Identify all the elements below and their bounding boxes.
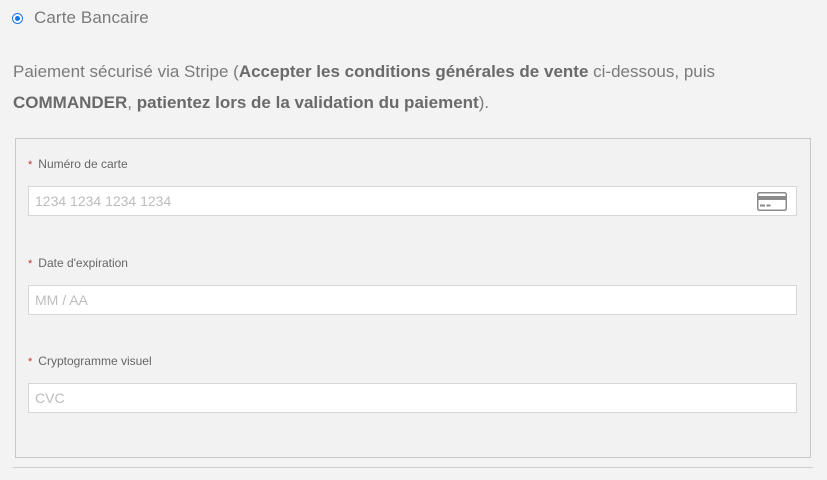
card-number-field: * Numéro de carte <box>28 156 798 216</box>
expiry-input-wrapper[interactable] <box>28 285 797 315</box>
expiry-input[interactable] <box>35 292 735 308</box>
payment-method-option[interactable]: Carte Bancaire <box>12 6 149 30</box>
description-text: Paiement sécurisé via Stripe ( <box>13 62 239 81</box>
description-text: , <box>127 93 137 112</box>
description-text: ci-dessous, puis <box>588 62 716 81</box>
required-marker: * <box>28 356 33 368</box>
payment-method-label: Carte Bancaire <box>34 8 149 27</box>
expiry-label-text: Date d'expiration <box>38 256 128 270</box>
cvc-label-text: Cryptogramme visuel <box>38 354 152 368</box>
cvc-input-wrapper[interactable] <box>28 383 797 413</box>
required-marker: * <box>28 258 33 270</box>
description-bold-cgv: Accepter les conditions générales de ven… <box>238 62 589 81</box>
required-marker: * <box>28 159 33 171</box>
cvc-label: * Cryptogramme visuel <box>28 353 798 369</box>
credit-card-icon <box>757 192 787 211</box>
card-number-label: * Numéro de carte <box>28 156 798 172</box>
card-form: * Numéro de carte * Date d'expiration <box>15 138 811 458</box>
cvc-field: * Cryptogramme visuel <box>28 353 798 413</box>
card-number-input-wrapper[interactable] <box>28 186 797 216</box>
description-bold-wait: patientez lors de la validation du paiem… <box>136 93 479 112</box>
description-text: ). <box>478 93 490 112</box>
expiry-field: * Date d'expiration <box>28 255 798 315</box>
description-bold-commander: COMMANDER <box>13 93 128 112</box>
payment-method-radio[interactable] <box>12 12 23 24</box>
payment-description: Paiement sécurisé via Stripe (Accepter l… <box>13 56 813 118</box>
section-divider <box>13 467 813 468</box>
card-number-input[interactable] <box>35 193 735 209</box>
cvc-input[interactable] <box>35 390 735 406</box>
card-number-label-text: Numéro de carte <box>38 157 128 171</box>
expiry-label: * Date d'expiration <box>28 255 798 271</box>
payment-section: Carte Bancaire Paiement sécurisé via Str… <box>0 0 827 480</box>
